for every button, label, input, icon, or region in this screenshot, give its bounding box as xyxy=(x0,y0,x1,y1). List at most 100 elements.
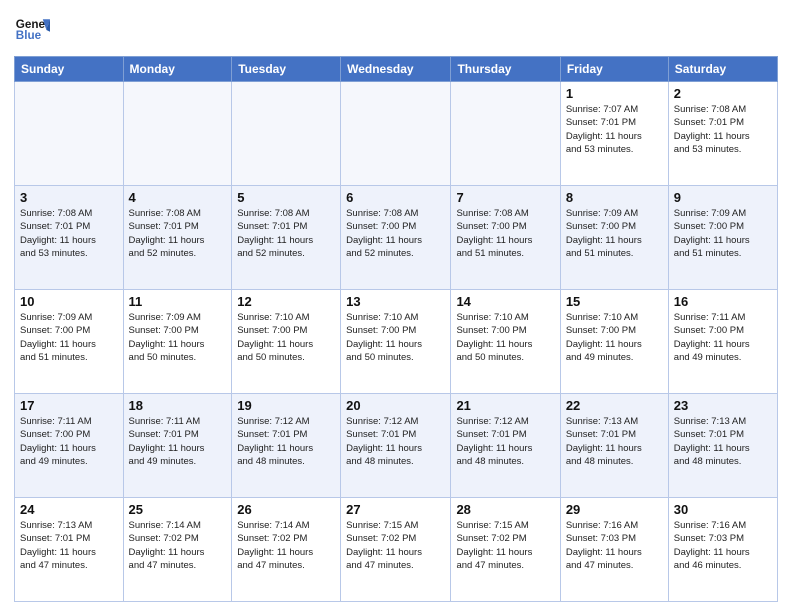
weekday-header-sunday: Sunday xyxy=(15,57,124,82)
calendar-cell xyxy=(232,82,341,186)
day-number: 14 xyxy=(456,294,554,309)
calendar-cell: 22 Sunrise: 7:13 AM Sunset: 7:01 PM Dayli… xyxy=(560,394,668,498)
calendar-cell: 20 Sunrise: 7:12 AM Sunset: 7:01 PM Dayli… xyxy=(341,394,451,498)
weekday-header-saturday: Saturday xyxy=(668,57,777,82)
day-number: 21 xyxy=(456,398,554,413)
day-info: Sunrise: 7:11 AM Sunset: 7:00 PM Dayligh… xyxy=(20,415,118,468)
day-number: 29 xyxy=(566,502,663,517)
calendar-cell: 24 Sunrise: 7:13 AM Sunset: 7:01 PM Dayli… xyxy=(15,498,124,602)
calendar-cell: 14 Sunrise: 7:10 AM Sunset: 7:00 PM Dayli… xyxy=(451,290,560,394)
day-info: Sunrise: 7:14 AM Sunset: 7:02 PM Dayligh… xyxy=(237,519,335,572)
day-info: Sunrise: 7:07 AM Sunset: 7:01 PM Dayligh… xyxy=(566,103,663,156)
calendar-cell: 11 Sunrise: 7:09 AM Sunset: 7:00 PM Dayli… xyxy=(123,290,232,394)
weekday-header-monday: Monday xyxy=(123,57,232,82)
day-number: 9 xyxy=(674,190,772,205)
calendar-cell: 26Sunrise: 7:14 AM Sunset: 7:02 PM Dayli… xyxy=(232,498,341,602)
calendar-cell: 12 Sunrise: 7:10 AM Sunset: 7:00 PM Dayli… xyxy=(232,290,341,394)
weekday-header-row: SundayMondayTuesdayWednesdayThursdayFrid… xyxy=(15,57,778,82)
weekday-header-friday: Friday xyxy=(560,57,668,82)
calendar-table: SundayMondayTuesdayWednesdayThursdayFrid… xyxy=(14,56,778,602)
day-number: 27 xyxy=(346,502,445,517)
day-number: 24 xyxy=(20,502,118,517)
day-number: 18 xyxy=(129,398,227,413)
calendar-cell: 10Sunrise: 7:09 AM Sunset: 7:00 PM Dayli… xyxy=(15,290,124,394)
day-info: Sunrise: 7:16 AM Sunset: 7:03 PM Dayligh… xyxy=(566,519,663,572)
calendar-body: 1 Sunrise: 7:07 AM Sunset: 7:01 PM Daylig… xyxy=(15,82,778,602)
day-info: Sunrise: 7:13 AM Sunset: 7:01 PM Dayligh… xyxy=(20,519,118,572)
day-info: Sunrise: 7:12 AM Sunset: 7:01 PM Dayligh… xyxy=(237,415,335,468)
day-number: 28 xyxy=(456,502,554,517)
day-info: Sunrise: 7:10 AM Sunset: 7:00 PM Dayligh… xyxy=(346,311,445,364)
calendar-cell xyxy=(15,82,124,186)
day-info: Sunrise: 7:10 AM Sunset: 7:00 PM Dayligh… xyxy=(566,311,663,364)
day-number: 15 xyxy=(566,294,663,309)
day-info: Sunrise: 7:11 AM Sunset: 7:01 PM Dayligh… xyxy=(129,415,227,468)
day-number: 2 xyxy=(674,86,772,101)
day-info: Sunrise: 7:12 AM Sunset: 7:01 PM Dayligh… xyxy=(456,415,554,468)
calendar-cell xyxy=(451,82,560,186)
calendar-cell: 27 Sunrise: 7:15 AM Sunset: 7:02 PM Dayli… xyxy=(341,498,451,602)
day-info: Sunrise: 7:09 AM Sunset: 7:00 PM Dayligh… xyxy=(566,207,663,260)
day-info: Sunrise: 7:08 AM Sunset: 7:01 PM Dayligh… xyxy=(674,103,772,156)
day-number: 16 xyxy=(674,294,772,309)
calendar-cell: 8Sunrise: 7:09 AM Sunset: 7:00 PM Daylig… xyxy=(560,186,668,290)
day-info: Sunrise: 7:13 AM Sunset: 7:01 PM Dayligh… xyxy=(674,415,772,468)
calendar-cell: 23 Sunrise: 7:13 AM Sunset: 7:01 PM Dayli… xyxy=(668,394,777,498)
svg-text:Blue: Blue xyxy=(16,29,42,42)
calendar-cell: 15 Sunrise: 7:10 AM Sunset: 7:00 PM Dayli… xyxy=(560,290,668,394)
calendar-cell: 29 Sunrise: 7:16 AM Sunset: 7:03 PM Dayli… xyxy=(560,498,668,602)
day-number: 7 xyxy=(456,190,554,205)
calendar-cell: 5 Sunrise: 7:08 AM Sunset: 7:01 PM Daylig… xyxy=(232,186,341,290)
day-info: Sunrise: 7:10 AM Sunset: 7:00 PM Dayligh… xyxy=(456,311,554,364)
day-info: Sunrise: 7:15 AM Sunset: 7:02 PM Dayligh… xyxy=(346,519,445,572)
day-number: 12 xyxy=(237,294,335,309)
day-number: 3 xyxy=(20,190,118,205)
day-number: 17 xyxy=(20,398,118,413)
calendar-cell: 6 Sunrise: 7:08 AM Sunset: 7:00 PM Daylig… xyxy=(341,186,451,290)
calendar-week-4: 17 Sunrise: 7:11 AM Sunset: 7:00 PM Dayli… xyxy=(15,394,778,498)
day-number: 22 xyxy=(566,398,663,413)
calendar-cell: 25Sunrise: 7:14 AM Sunset: 7:02 PM Dayli… xyxy=(123,498,232,602)
day-number: 6 xyxy=(346,190,445,205)
day-number: 4 xyxy=(129,190,227,205)
calendar-cell: 21 Sunrise: 7:12 AM Sunset: 7:01 PM Dayli… xyxy=(451,394,560,498)
calendar-week-2: 3 Sunrise: 7:08 AM Sunset: 7:01 PM Daylig… xyxy=(15,186,778,290)
day-number: 20 xyxy=(346,398,445,413)
calendar-cell: 30 Sunrise: 7:16 AM Sunset: 7:03 PM Dayli… xyxy=(668,498,777,602)
calendar-cell: 19Sunrise: 7:12 AM Sunset: 7:01 PM Dayli… xyxy=(232,394,341,498)
day-number: 25 xyxy=(129,502,227,517)
calendar-cell: 9Sunrise: 7:09 AM Sunset: 7:00 PM Daylig… xyxy=(668,186,777,290)
calendar-week-1: 1 Sunrise: 7:07 AM Sunset: 7:01 PM Daylig… xyxy=(15,82,778,186)
calendar-cell: 18 Sunrise: 7:11 AM Sunset: 7:01 PM Dayli… xyxy=(123,394,232,498)
calendar-week-5: 24 Sunrise: 7:13 AM Sunset: 7:01 PM Dayli… xyxy=(15,498,778,602)
calendar-cell: 16 Sunrise: 7:11 AM Sunset: 7:00 PM Dayli… xyxy=(668,290,777,394)
day-number: 23 xyxy=(674,398,772,413)
day-number: 1 xyxy=(566,86,663,101)
day-info: Sunrise: 7:10 AM Sunset: 7:00 PM Dayligh… xyxy=(237,311,335,364)
calendar-cell xyxy=(123,82,232,186)
day-number: 30 xyxy=(674,502,772,517)
day-info: Sunrise: 7:08 AM Sunset: 7:00 PM Dayligh… xyxy=(346,207,445,260)
calendar-cell: 4 Sunrise: 7:08 AM Sunset: 7:01 PM Daylig… xyxy=(123,186,232,290)
calendar-week-3: 10Sunrise: 7:09 AM Sunset: 7:00 PM Dayli… xyxy=(15,290,778,394)
weekday-header-tuesday: Tuesday xyxy=(232,57,341,82)
day-number: 11 xyxy=(129,294,227,309)
day-info: Sunrise: 7:08 AM Sunset: 7:01 PM Dayligh… xyxy=(237,207,335,260)
day-info: Sunrise: 7:08 AM Sunset: 7:00 PM Dayligh… xyxy=(456,207,554,260)
weekday-header-thursday: Thursday xyxy=(451,57,560,82)
calendar-cell: 28Sunrise: 7:15 AM Sunset: 7:02 PM Dayli… xyxy=(451,498,560,602)
calendar-cell: 7 Sunrise: 7:08 AM Sunset: 7:00 PM Daylig… xyxy=(451,186,560,290)
day-info: Sunrise: 7:12 AM Sunset: 7:01 PM Dayligh… xyxy=(346,415,445,468)
day-info: Sunrise: 7:13 AM Sunset: 7:01 PM Dayligh… xyxy=(566,415,663,468)
calendar-cell: 3Sunrise: 7:08 AM Sunset: 7:01 PM Daylig… xyxy=(15,186,124,290)
calendar-cell xyxy=(341,82,451,186)
day-number: 5 xyxy=(237,190,335,205)
calendar-cell: 17 Sunrise: 7:11 AM Sunset: 7:00 PM Dayli… xyxy=(15,394,124,498)
day-info: Sunrise: 7:09 AM Sunset: 7:00 PM Dayligh… xyxy=(20,311,118,364)
logo-icon: General Blue xyxy=(14,12,50,48)
day-info: Sunrise: 7:11 AM Sunset: 7:00 PM Dayligh… xyxy=(674,311,772,364)
day-info: Sunrise: 7:08 AM Sunset: 7:01 PM Dayligh… xyxy=(129,207,227,260)
day-info: Sunrise: 7:09 AM Sunset: 7:00 PM Dayligh… xyxy=(129,311,227,364)
day-info: Sunrise: 7:16 AM Sunset: 7:03 PM Dayligh… xyxy=(674,519,772,572)
day-number: 13 xyxy=(346,294,445,309)
